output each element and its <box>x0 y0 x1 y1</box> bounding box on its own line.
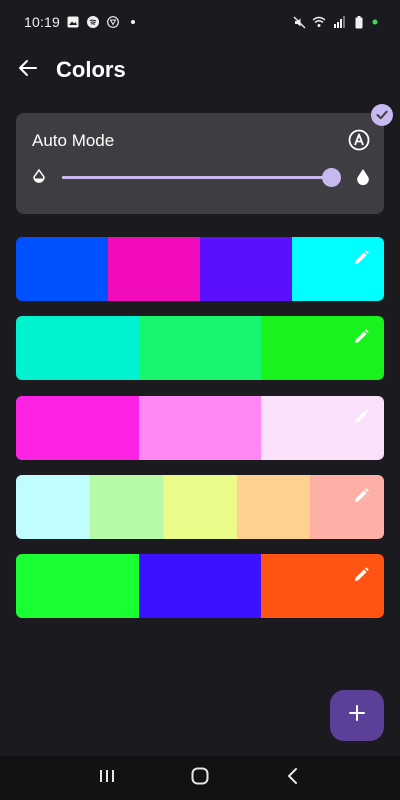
color-swatch <box>89 475 164 539</box>
drop-outline-icon <box>32 168 46 185</box>
recents-button[interactable] <box>87 758 127 798</box>
color-swatch <box>236 475 311 539</box>
selected-check-icon <box>371 104 393 126</box>
palette-card-1[interactable] <box>16 237 384 301</box>
add-palette-button[interactable] <box>330 690 384 741</box>
edit-palette-button[interactable] <box>350 566 372 588</box>
auto-a-circle-icon[interactable] <box>348 129 370 151</box>
palette-card-3[interactable] <box>16 396 384 460</box>
auto-mode-label: Auto Mode <box>32 131 115 150</box>
app-bar: Colors <box>0 44 400 96</box>
battery-icon <box>352 15 366 29</box>
brightness-slider[interactable] <box>62 168 342 187</box>
home-button[interactable] <box>180 758 220 798</box>
spotify-icon <box>86 15 100 29</box>
slider-thumb[interactable] <box>322 168 342 187</box>
status-right <box>292 15 378 29</box>
plus-icon <box>348 704 366 727</box>
pencil-icon <box>352 487 370 510</box>
signal-icon <box>332 15 346 29</box>
color-swatch <box>163 475 237 539</box>
image-icon <box>66 15 80 29</box>
color-swatch <box>310 475 384 539</box>
color-swatch <box>16 316 139 380</box>
page-title: Colors <box>56 57 126 82</box>
edit-palette-button[interactable] <box>350 249 372 271</box>
shield-icon <box>106 15 120 29</box>
pencil-icon <box>352 249 370 272</box>
slider-fill <box>62 176 333 179</box>
status-time: 10:19 <box>24 14 61 30</box>
drop-filled-icon <box>356 168 370 186</box>
auto-mode-card[interactable]: Auto Mode <box>16 113 384 214</box>
edit-palette-button[interactable] <box>350 487 372 509</box>
mute-icon <box>292 15 306 29</box>
color-swatch <box>16 237 108 301</box>
pencil-icon <box>352 328 370 351</box>
home-icon <box>190 766 210 791</box>
back-nav-button[interactable] <box>273 758 313 798</box>
color-swatch <box>16 475 90 539</box>
color-swatch <box>138 316 262 380</box>
arrow-left-icon <box>18 58 38 83</box>
back-button[interactable] <box>0 44 56 96</box>
palette-card-2[interactable] <box>16 316 384 380</box>
edit-palette-button[interactable] <box>350 408 372 430</box>
back-icon <box>286 767 300 790</box>
status-left: 10:19 <box>24 14 140 30</box>
status-bar: 10:19 <box>0 0 400 44</box>
color-swatch <box>200 237 292 301</box>
pencil-icon <box>352 566 370 589</box>
color-swatch <box>16 554 139 618</box>
color-swatch <box>138 554 262 618</box>
color-swatch <box>138 396 262 460</box>
recents-icon <box>98 768 116 789</box>
green-dot-icon <box>372 15 378 29</box>
palette-card-5[interactable] <box>16 554 384 618</box>
wifi-icon <box>312 15 326 29</box>
system-nav-bar <box>0 756 400 800</box>
pencil-icon <box>352 408 370 431</box>
color-swatch <box>108 237 200 301</box>
edit-palette-button[interactable] <box>350 328 372 350</box>
dot-icon <box>126 15 140 29</box>
palette-card-4[interactable] <box>16 475 384 539</box>
color-swatch <box>16 396 139 460</box>
